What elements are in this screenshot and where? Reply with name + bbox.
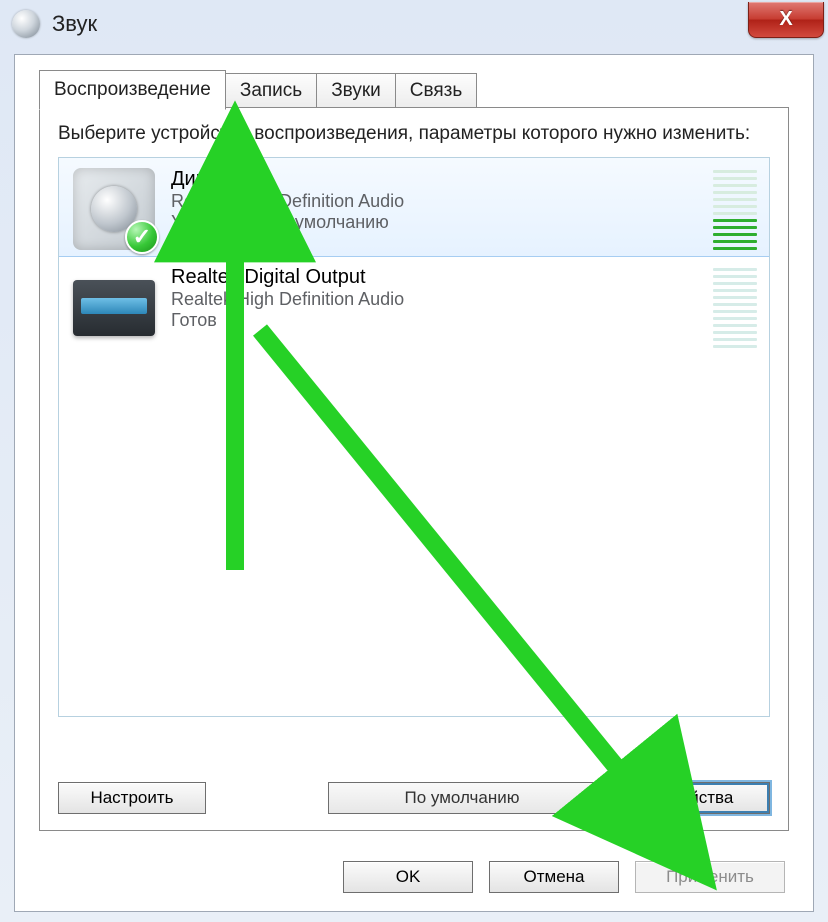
device-name: Realtek Digital Output: [171, 266, 705, 289]
speaker-device-icon: ✓: [73, 168, 155, 250]
device-name: Динамики: [171, 168, 705, 191]
device-text: Realtek Digital Output Realtek High Defi…: [171, 262, 705, 331]
device-item-digital-output[interactable]: Realtek Digital Output Realtek High Defi…: [59, 256, 769, 356]
tab-bar: Воспроизведение Запись Звуки Связь: [39, 73, 476, 110]
tab-page-playback: Выберите устройство воспроизведения, пар…: [39, 107, 789, 831]
spdif-device-icon: [73, 266, 155, 348]
device-driver: Realtek High Definition Audio: [171, 289, 705, 310]
title-bar: Звук: [0, 0, 828, 48]
tab-recording[interactable]: Запись: [225, 73, 317, 110]
tab-sounds[interactable]: Звуки: [316, 73, 396, 110]
default-check-icon: ✓: [125, 220, 159, 254]
sound-icon: [12, 10, 40, 38]
apply-button[interactable]: Применить: [635, 861, 785, 893]
close-icon: X: [779, 8, 792, 31]
page-button-row: Настроить По умолчанию Свойства: [58, 782, 770, 814]
tab-communications[interactable]: Связь: [395, 73, 478, 110]
device-text: Динамики Realtek High Definition Audio У…: [171, 164, 705, 233]
device-status: Устройство по умолчанию: [171, 212, 705, 233]
ok-button[interactable]: OK: [343, 861, 473, 893]
cancel-button[interactable]: Отмена: [489, 861, 619, 893]
window-title: Звук: [52, 11, 97, 37]
device-status: Готов: [171, 310, 705, 331]
device-item-speakers[interactable]: ✓ Динамики Realtek High Definition Audio…: [58, 157, 770, 257]
device-list[interactable]: ✓ Динамики Realtek High Definition Audio…: [58, 157, 770, 717]
set-default-dropdown[interactable]: По умолчанию: [328, 782, 608, 814]
device-driver: Realtek High Definition Audio: [171, 191, 705, 212]
level-meter: [713, 170, 757, 250]
instruction-text: Выберите устройство воспроизведения, пар…: [58, 122, 770, 147]
close-button[interactable]: X: [748, 2, 824, 38]
tab-playback[interactable]: Воспроизведение: [39, 70, 226, 110]
level-meter: [713, 268, 757, 348]
dialog-body: Воспроизведение Запись Звуки Связь Выбер…: [14, 54, 814, 912]
configure-button[interactable]: Настроить: [58, 782, 206, 814]
properties-button[interactable]: Свойства: [622, 782, 770, 814]
dialog-button-row: OK Отмена Применить: [343, 861, 785, 893]
